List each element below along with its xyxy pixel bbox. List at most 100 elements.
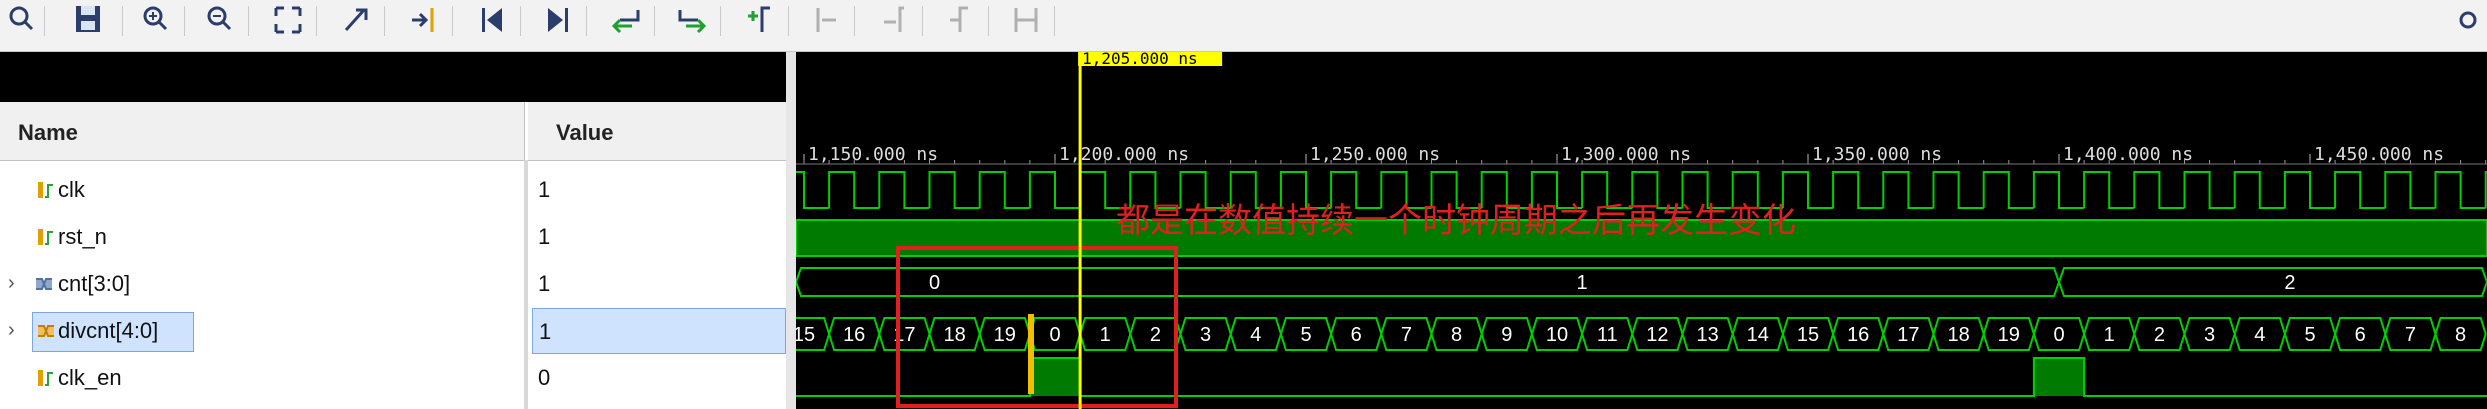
signal-name: divcnt[4:0] bbox=[58, 318, 159, 343]
save-icon[interactable] bbox=[68, 0, 108, 40]
signal-row-clk_en[interactable]: clk_en bbox=[0, 355, 524, 402]
tick-label: 1,250.000 ns bbox=[1310, 144, 1440, 165]
value-column-header[interactable]: Value bbox=[528, 102, 786, 161]
signal-name: clk_en bbox=[58, 365, 122, 390]
divcnt-value-label: 6 bbox=[1351, 324, 1362, 346]
divcnt-value-label: 18 bbox=[1947, 324, 1969, 346]
chevron-right-icon[interactable]: › bbox=[8, 319, 15, 342]
divcnt-value-label: 4 bbox=[1250, 324, 1261, 346]
divcnt-value-label: 15 bbox=[1797, 324, 1819, 346]
zoom-in-icon[interactable] bbox=[136, 0, 176, 40]
bit-signal-icon bbox=[38, 229, 53, 245]
divcnt-value-label: 10 bbox=[1546, 324, 1568, 346]
goto-end-icon[interactable] bbox=[538, 0, 578, 40]
signal-name: rst_n bbox=[58, 224, 107, 249]
signal-row-rst_n[interactable]: rst_n bbox=[0, 214, 524, 261]
signal-row-divcnt[interactable]: › divcnt[4:0] bbox=[0, 308, 524, 355]
swap-cursor-icon[interactable] bbox=[336, 0, 376, 40]
signal-name: clk bbox=[58, 177, 85, 202]
bus-signal-icon bbox=[38, 325, 54, 337]
tick-label: 1,450.000 ns bbox=[2314, 144, 2444, 165]
tick-label: 1,400.000 ns bbox=[2063, 144, 2193, 165]
divcnt-value-label: 1 bbox=[2104, 324, 2115, 346]
cnt-waveform: 0 1 2 bbox=[796, 267, 2487, 297]
signal-value-clk_en: 0 bbox=[532, 355, 784, 402]
signal-value: 1 bbox=[538, 271, 551, 296]
swap-markers-icon[interactable] bbox=[940, 0, 980, 40]
signal-row-cnt[interactable]: › cnt[3:0] bbox=[0, 261, 524, 308]
signal-row-clk[interactable]: clk bbox=[0, 167, 524, 214]
divcnt-value-label: 5 bbox=[2304, 324, 2315, 346]
signal-name: cnt[3:0] bbox=[58, 271, 131, 296]
annotation-text: 都是在数值持续一个时钟周期之后再发生变化 bbox=[1116, 202, 1796, 240]
clk_en-waveform bbox=[796, 357, 2487, 397]
cnt-segment bbox=[2057, 267, 2487, 297]
divcnt-value-label: 19 bbox=[994, 324, 1016, 346]
zoom-fit-icon[interactable] bbox=[268, 0, 308, 40]
signal-value-cnt: 1 bbox=[532, 261, 784, 308]
settings-icon[interactable] bbox=[2448, 0, 2487, 40]
clk_en-high-fill bbox=[1029, 358, 1081, 396]
divcnt-value-label: 14 bbox=[1747, 324, 1769, 346]
divcnt-value-label: 1 bbox=[1100, 324, 1111, 346]
chevron-right-icon[interactable]: › bbox=[8, 272, 15, 295]
divcnt-waveform: 15 16 17 18 19 0 1 2 3 4 5 6 7 8 9 10 11 12 13 14 15 16 17 18 19… bbox=[796, 317, 2487, 351]
cnt-value-label: 2 bbox=[2284, 272, 2295, 294]
clk_en-high-fill bbox=[2033, 358, 2085, 396]
waveform-view[interactable]: 1,150.000 ns 1,200.000 ns 1,250.000 ns 1,30… bbox=[796, 52, 2487, 409]
divcnt-value-label: 11 bbox=[1597, 324, 1618, 346]
previous-transition-icon[interactable] bbox=[606, 0, 646, 40]
divcnt-value-label: 16 bbox=[843, 324, 865, 346]
goto-start-icon[interactable] bbox=[472, 0, 512, 40]
pane-splitter[interactable] bbox=[786, 52, 796, 409]
name-column-header[interactable]: Name bbox=[0, 102, 525, 161]
divcnt-value-label: 15 bbox=[796, 324, 815, 346]
tick-label: 1,150.000 ns bbox=[808, 144, 938, 165]
cnt-value-label: 0 bbox=[929, 272, 940, 294]
column-divider[interactable] bbox=[524, 160, 528, 409]
bit-signal-icon bbox=[38, 182, 53, 198]
divcnt-value-label: 17 bbox=[1897, 324, 1919, 346]
add-marker-icon[interactable] bbox=[740, 0, 780, 40]
divcnt-value-label: 7 bbox=[2405, 324, 2416, 346]
divcnt-value-label: 16 bbox=[1847, 324, 1869, 346]
blank-header-area bbox=[0, 52, 792, 102]
divcnt-value-label: 4 bbox=[2254, 324, 2265, 346]
tick-label: 1,350.000 ns bbox=[1812, 144, 1942, 165]
search-icon[interactable] bbox=[2, 0, 42, 40]
divcnt-value-label: 2 bbox=[2154, 324, 2165, 346]
goto-cursor-icon[interactable] bbox=[404, 0, 444, 40]
zoom-out-icon[interactable] bbox=[200, 0, 240, 40]
next-transition-icon[interactable] bbox=[672, 0, 712, 40]
divcnt-value-label: 0 bbox=[2053, 324, 2064, 346]
value-column-label: Value bbox=[556, 120, 614, 145]
snap-icon[interactable] bbox=[1006, 0, 1046, 40]
signal-value-divcnt: 1 bbox=[532, 308, 786, 354]
bus-signal-icon bbox=[36, 278, 52, 290]
divcnt-value-label: 0 bbox=[1049, 324, 1060, 346]
divcnt-value-label: 6 bbox=[2355, 324, 2366, 346]
signal-value: 1 bbox=[539, 319, 552, 344]
previous-marker-icon[interactable] bbox=[806, 0, 846, 40]
divcnt-value-label: 12 bbox=[1646, 324, 1668, 346]
divcnt-value-label: 18 bbox=[943, 324, 965, 346]
signal-value-clk: 1 bbox=[532, 167, 784, 214]
divcnt-value-label: 8 bbox=[1451, 324, 1462, 346]
divcnt-value-label: 5 bbox=[1300, 324, 1311, 346]
next-marker-icon[interactable] bbox=[874, 0, 914, 40]
tick-label: 1,200.000 ns bbox=[1059, 144, 1189, 165]
divcnt-value-label: 9 bbox=[1501, 324, 1512, 346]
divcnt-value-label: 8 bbox=[2455, 324, 2466, 346]
divcnt-value-label: 7 bbox=[1401, 324, 1412, 346]
divcnt-value-label: 3 bbox=[1200, 324, 1211, 346]
signal-list-pane: Name Value clk 1 rst_n 1 › cnt[3:0] 1 › … bbox=[0, 52, 792, 409]
waveform-canvas: 1,150.000 ns 1,200.000 ns 1,250.000 ns 1,30… bbox=[796, 52, 2487, 409]
cnt-segment bbox=[796, 267, 2061, 297]
name-column-label: Name bbox=[18, 120, 78, 145]
time-ruler: 1,150.000 ns 1,200.000 ns 1,250.000 ns 1,30… bbox=[796, 144, 2487, 165]
divcnt-value-label: 19 bbox=[1998, 324, 2020, 346]
divcnt-value-label: 2 bbox=[1150, 324, 1161, 346]
signal-value: 1 bbox=[538, 224, 551, 249]
divcnt-value-label: 3 bbox=[2204, 324, 2215, 346]
highlight-bar bbox=[1028, 314, 1034, 394]
